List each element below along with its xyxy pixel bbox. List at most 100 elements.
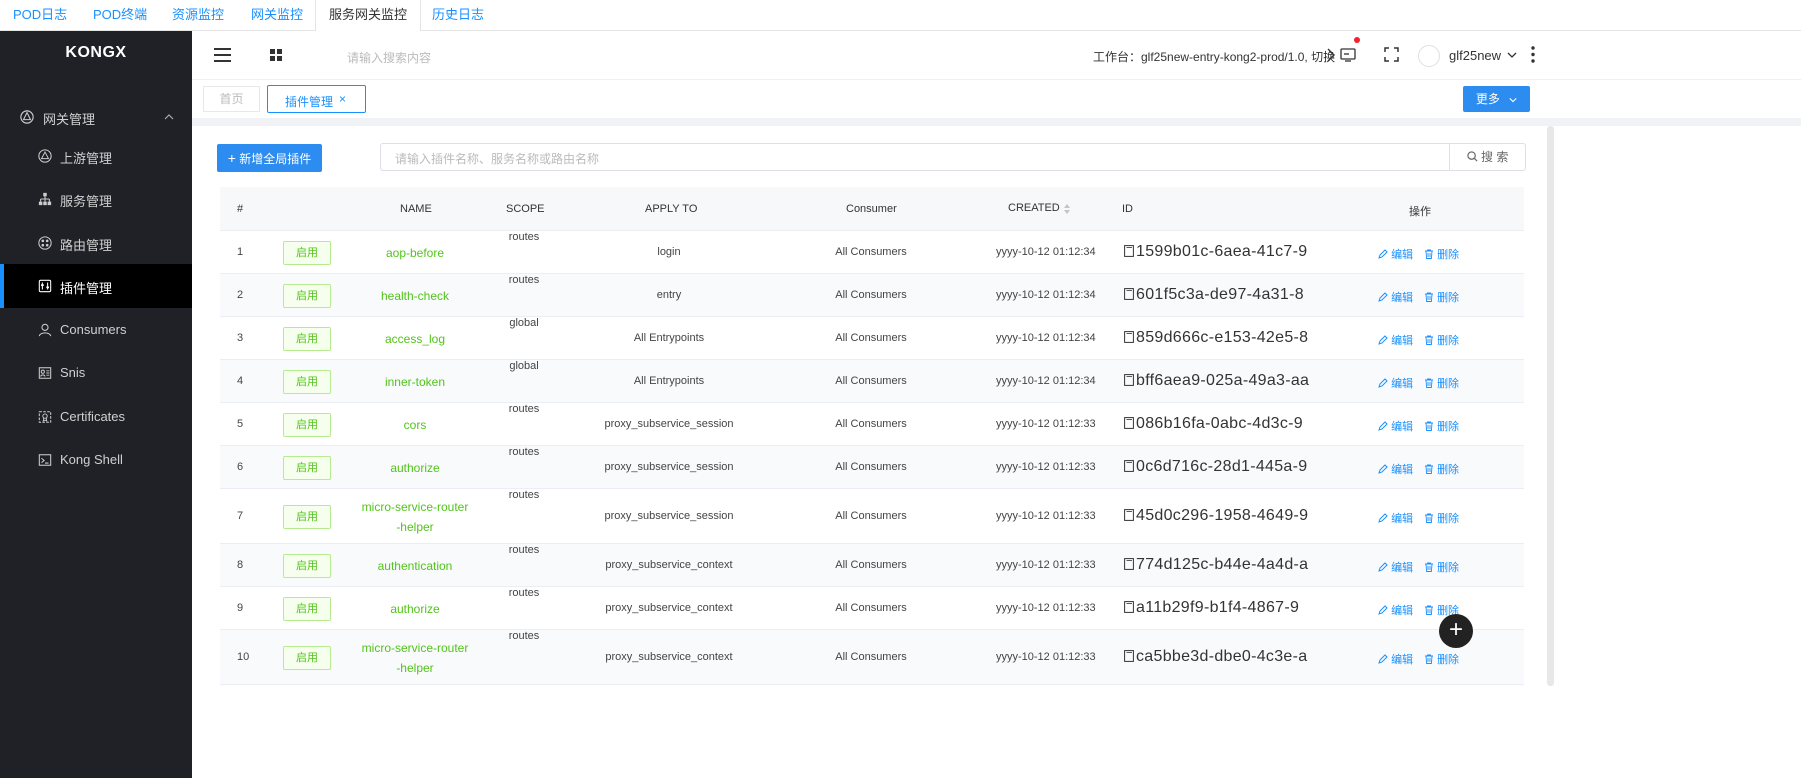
tab-resource-monitor[interactable]: 资源监控 xyxy=(172,0,224,31)
row-number: 8 xyxy=(237,559,244,571)
created-cell: yyyy-10-12 01:12:34 xyxy=(996,332,1096,344)
copy-icon[interactable] xyxy=(1124,509,1134,521)
sidebar-item-service[interactable]: 服务管理 xyxy=(0,177,192,221)
apps-grid-icon[interactable] xyxy=(270,49,282,61)
edit-button[interactable]: 编辑 xyxy=(1378,602,1413,618)
delete-button[interactable]: 删除 xyxy=(1424,559,1459,575)
table-row: 10 启用 micro-service-router -helper routes pro… xyxy=(220,630,1524,685)
copy-icon[interactable] xyxy=(1124,374,1134,386)
sidebar-item-snis[interactable]: Snis xyxy=(0,351,192,395)
close-icon[interactable]: × xyxy=(339,92,346,106)
chevron-right-icon[interactable] xyxy=(1327,48,1335,62)
edit-icon xyxy=(1378,335,1388,345)
delete-button[interactable]: 删除 xyxy=(1424,418,1459,434)
search-button[interactable]: 搜 索 xyxy=(1449,143,1526,171)
sidebar-item-plugin[interactable]: 插件管理 xyxy=(0,264,192,308)
copy-icon[interactable] xyxy=(1124,601,1134,613)
terminal-icon xyxy=(38,454,52,466)
plugin-search-input[interactable]: 请输入插件名称、服务名称或路由名称 xyxy=(380,143,1450,171)
scope-cell: routes xyxy=(508,630,540,642)
consumer-cell: All Consumers xyxy=(835,289,907,301)
chevron-down-icon[interactable] xyxy=(1507,52,1517,59)
tab-pod-log[interactable]: POD日志 xyxy=(13,0,67,31)
scrollbar[interactable] xyxy=(1547,126,1554,686)
edit-button[interactable]: 编辑 xyxy=(1378,332,1413,348)
status-badge: 启用 xyxy=(283,284,331,308)
sidebar-item-label: 插件管理 xyxy=(60,281,113,296)
copy-icon[interactable] xyxy=(1124,460,1134,472)
username[interactable]: glf25new xyxy=(1449,48,1501,63)
plugin-name-link[interactable]: cors xyxy=(340,415,490,435)
avatar[interactable] xyxy=(1418,45,1440,67)
edit-label: 编辑 xyxy=(1391,249,1414,261)
delete-button[interactable]: 删除 xyxy=(1424,375,1459,391)
plugin-name-link[interactable]: aop-before xyxy=(340,243,490,263)
edit-button[interactable]: 编辑 xyxy=(1378,418,1413,434)
created-cell: yyyy-10-12 01:12:33 xyxy=(996,418,1096,430)
plugin-name-link[interactable]: authorize xyxy=(340,599,490,619)
col-created[interactable]: CREATED xyxy=(1008,202,1060,214)
content-gap xyxy=(192,118,1801,126)
edit-button[interactable]: 编辑 xyxy=(1378,461,1413,477)
delete-button[interactable]: 删除 xyxy=(1424,461,1459,477)
screen-cast-icon[interactable] xyxy=(1340,48,1356,62)
copy-icon[interactable] xyxy=(1124,417,1134,429)
delete-button[interactable]: 删除 xyxy=(1424,289,1459,305)
copy-icon[interactable] xyxy=(1124,558,1134,570)
plugin-name-link[interactable]: inner-token xyxy=(340,372,490,392)
tab-gateway-monitor[interactable]: 网关监控 xyxy=(251,0,303,31)
sidebar-item-route[interactable]: 路由管理 xyxy=(0,221,192,265)
menu-toggle-icon[interactable] xyxy=(214,48,231,62)
chevron-down-icon xyxy=(1509,98,1517,103)
floating-add-button[interactable]: + xyxy=(1439,614,1473,648)
col-name: NAME xyxy=(400,203,432,215)
sidebar-item-upstream[interactable]: 上游管理 xyxy=(0,134,192,178)
add-global-plugin-button[interactable]: + 新增全局插件 xyxy=(217,144,322,172)
tab-service-gateway-monitor[interactable]: 服务网关监控 xyxy=(315,0,422,32)
plugin-name-link[interactable]: authorize xyxy=(340,458,490,478)
delete-button[interactable]: 删除 xyxy=(1424,332,1459,348)
sidebar-item-kong-shell[interactable]: Kong Shell xyxy=(0,438,192,482)
status-badge: 启用 xyxy=(283,413,331,437)
delete-button[interactable]: 删除 xyxy=(1424,246,1459,262)
apply-to-cell: proxy_subservice_session xyxy=(604,418,734,430)
more-button[interactable]: 更多 xyxy=(1463,86,1530,112)
service-tree-icon xyxy=(38,192,52,206)
search-button-label: 搜 索 xyxy=(1481,150,1509,164)
copy-icon[interactable] xyxy=(1124,650,1134,662)
row-number: 2 xyxy=(237,289,244,301)
delete-button[interactable]: 删除 xyxy=(1424,510,1459,526)
edit-button[interactable]: 编辑 xyxy=(1378,375,1413,391)
sort-icon[interactable] xyxy=(1063,202,1071,216)
sidebar: KONGX 网关管理 上游管理 服务管理 路由管理 插件管理 Consumers… xyxy=(0,31,192,778)
tag-plugin-management[interactable]: 插件管理 × xyxy=(267,85,366,113)
plugin-name-link[interactable]: micro-service-router -helper xyxy=(340,638,490,678)
header-search-input[interactable]: 请输入搜索内容 xyxy=(347,49,431,66)
fullscreen-icon[interactable] xyxy=(1384,47,1399,62)
copy-icon[interactable] xyxy=(1124,245,1134,257)
tag-home[interactable]: 首页 xyxy=(203,86,260,112)
edit-button[interactable]: 编辑 xyxy=(1378,651,1413,667)
copy-icon[interactable] xyxy=(1124,331,1134,343)
tab-history-log[interactable]: 历史日志 xyxy=(432,0,484,31)
plugin-name-line: aop-before xyxy=(385,246,445,260)
sidebar-item-consumers[interactable]: Consumers xyxy=(0,308,192,352)
plugin-name-link[interactable]: micro-service-router -helper xyxy=(340,497,490,537)
edit-button[interactable]: 编辑 xyxy=(1378,289,1413,305)
tab-pod-terminal[interactable]: POD终端 xyxy=(93,0,147,31)
workspace-switcher[interactable]: 工作台：glf25new-entry-kong2-prod/1.0, 切换 xyxy=(1093,48,1335,65)
edit-button[interactable]: 编辑 xyxy=(1378,510,1413,526)
delete-button[interactable]: 删除 xyxy=(1424,651,1459,667)
edit-button[interactable]: 编辑 xyxy=(1378,559,1413,575)
edit-button[interactable]: 编辑 xyxy=(1378,246,1413,262)
plugin-name-link[interactable]: authentication xyxy=(340,556,490,576)
copy-icon[interactable] xyxy=(1124,288,1134,300)
plugin-name-link[interactable]: access_log xyxy=(340,329,490,349)
sidebar-item-certificates[interactable]: Certificates xyxy=(0,395,192,439)
sidebar-group-gateway[interactable]: 网关管理 xyxy=(0,95,192,139)
plugin-name-link[interactable]: health-check xyxy=(340,286,490,306)
delete-icon xyxy=(1425,335,1433,345)
sidebar-item-label: Kong Shell xyxy=(60,452,123,467)
sidebar-item-label: 上游管理 xyxy=(60,151,113,166)
more-vertical-icon[interactable] xyxy=(1531,46,1535,63)
